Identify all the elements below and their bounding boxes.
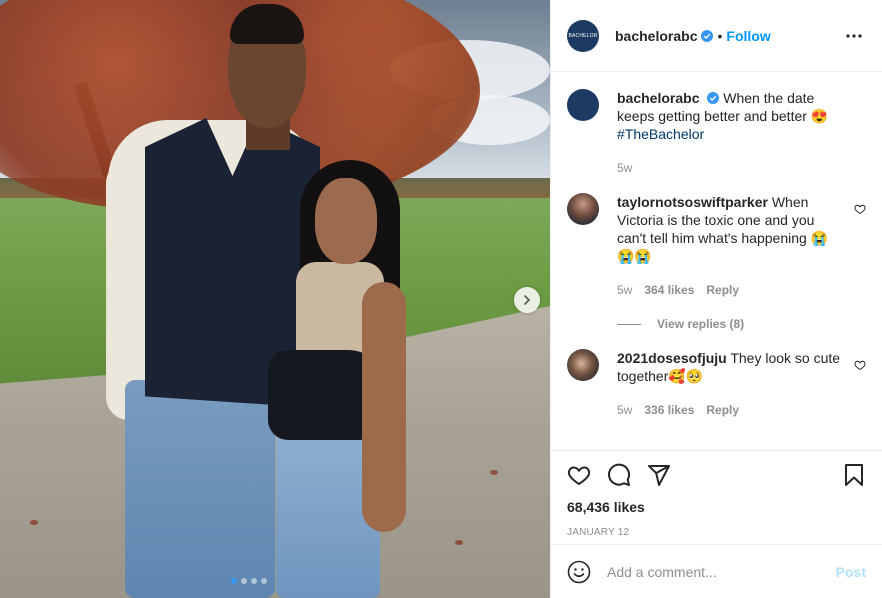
avatar[interactable]: BACHELOR: [567, 19, 599, 52]
comment-input[interactable]: [607, 563, 836, 580]
share-icon[interactable]: [647, 463, 671, 487]
comment-likes[interactable]: 336 likes: [644, 401, 694, 419]
avatar[interactable]: [567, 349, 599, 381]
fallen-leaf: [30, 520, 38, 525]
heart-icon[interactable]: [567, 463, 591, 487]
caption-age: 5w: [617, 161, 633, 175]
emoji-icon[interactable]: [567, 560, 591, 584]
carousel-dots: [231, 578, 267, 584]
post-comment-button[interactable]: Post: [836, 564, 866, 580]
fallen-leaf: [455, 540, 463, 545]
view-replies-label: View replies (8): [657, 317, 745, 331]
more-icon: [846, 33, 862, 38]
add-comment-bar: Post: [551, 544, 882, 598]
separator-dot: •: [717, 27, 723, 44]
comment-username[interactable]: 2021dosesofjuju: [617, 350, 727, 366]
verified-icon: [707, 92, 720, 104]
heart-icon[interactable]: [854, 203, 866, 215]
comments-list[interactable]: bachelorabc When the date keeps getting …: [551, 73, 882, 450]
post-actions: 68,436 likes JANUARY 12: [551, 450, 882, 538]
next-slide-button[interactable]: [514, 287, 540, 313]
avatar-logo-text: BACHELOR: [568, 32, 598, 39]
post-date: JANUARY 12: [567, 527, 630, 538]
bookmark-icon[interactable]: [842, 463, 866, 487]
carousel-dot: [241, 578, 247, 584]
carousel-dot: [261, 578, 267, 584]
comment-item: taylornotsoswiftparker When Victoria is …: [567, 193, 866, 299]
comment-body: taylornotsoswiftparker When Victoria is …: [617, 193, 866, 299]
follow-button[interactable]: Follow: [726, 28, 770, 44]
woman-face: [315, 178, 377, 264]
caption-username[interactable]: bachelorabc: [617, 90, 699, 106]
chevron-right-icon: [524, 295, 531, 305]
view-replies-button[interactable]: View replies (8): [617, 317, 866, 331]
comment-icon[interactable]: [607, 463, 631, 487]
action-icons: [567, 451, 866, 499]
avatar[interactable]: [567, 193, 599, 225]
comment-age: 5w: [617, 403, 633, 417]
carousel-dot: [231, 578, 237, 584]
verified-icon: [701, 29, 714, 42]
comment-age: 5w: [617, 283, 633, 297]
post-header: BACHELOR bachelorabc • Follow: [551, 0, 882, 72]
woman-arm: [362, 282, 406, 532]
avatar[interactable]: [567, 89, 599, 121]
comment-item: 2021dosesofjuju They look so cute togeth…: [567, 349, 866, 419]
comment-meta: 5w 336 likes Reply: [617, 401, 842, 419]
fallen-leaf: [490, 470, 498, 475]
reply-button[interactable]: Reply: [706, 401, 739, 419]
comment-body: 2021dosesofjuju They look so cute togeth…: [617, 349, 866, 419]
more-options-button[interactable]: [842, 24, 866, 48]
header-username[interactable]: bachelorabc: [615, 28, 697, 44]
like-count[interactable]: 68,436 likes: [567, 499, 866, 515]
reply-button[interactable]: Reply: [706, 281, 739, 299]
post-details-panel: BACHELOR bachelorabc • Follow bachelorab…: [550, 0, 882, 598]
comment-username[interactable]: taylornotsoswiftparker: [617, 194, 768, 210]
caption-meta: 5w: [617, 159, 842, 177]
heart-icon[interactable]: [854, 359, 866, 371]
hashtag-link[interactable]: #TheBachelor: [617, 126, 704, 142]
comment-meta: 5w 364 likes Reply: [617, 281, 842, 299]
post-photo[interactable]: [0, 0, 550, 598]
carousel-dot: [251, 578, 257, 584]
caption: bachelorabc When the date keeps getting …: [567, 89, 866, 177]
divider-line: [617, 323, 641, 325]
man-jeans: [125, 380, 275, 598]
caption-body: bachelorabc When the date keeps getting …: [617, 89, 866, 177]
comment-likes[interactable]: 364 likes: [644, 281, 694, 299]
